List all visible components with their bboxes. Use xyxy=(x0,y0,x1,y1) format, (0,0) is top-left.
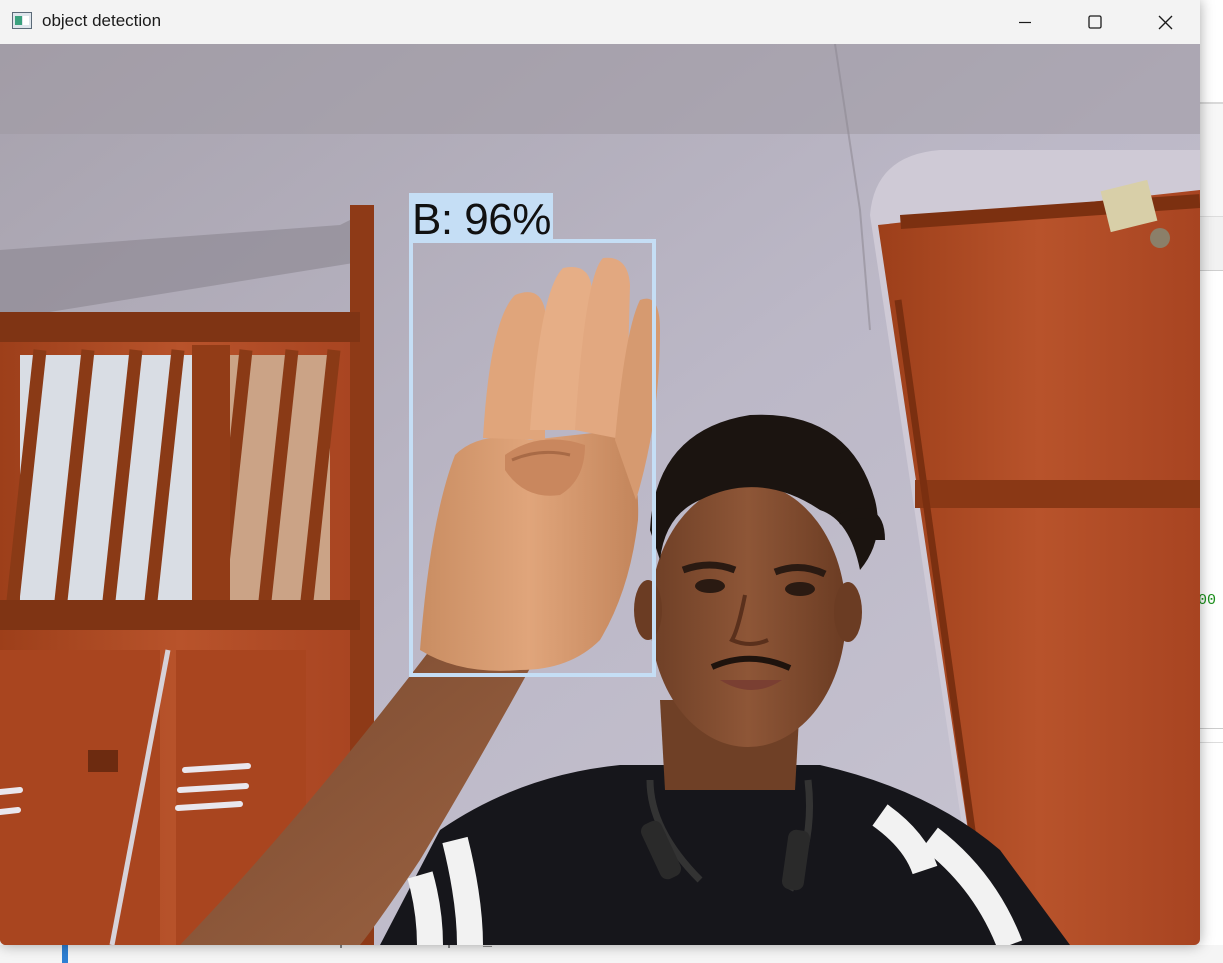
app-window-icon xyxy=(12,12,32,29)
minimize-icon xyxy=(1019,21,1031,24)
background-toolbar xyxy=(1200,40,1223,104)
background-code-text: 00 xyxy=(1198,592,1217,609)
background-panel xyxy=(1200,217,1223,271)
detection-bounding-box xyxy=(409,239,656,677)
maximize-button[interactable] xyxy=(1060,0,1130,44)
detection-label: B: 96% xyxy=(409,193,553,244)
title-bar[interactable]: object detection xyxy=(0,0,1200,44)
minimize-button[interactable] xyxy=(990,0,1060,44)
background-divider xyxy=(1200,728,1223,729)
window-title: object detection xyxy=(42,11,162,30)
background-divider xyxy=(1200,742,1223,743)
maximize-icon xyxy=(1088,15,1102,29)
close-icon xyxy=(1158,15,1172,29)
background-accent-bar xyxy=(62,945,68,963)
close-button[interactable] xyxy=(1130,0,1200,44)
object-detection-window: object detection B: 96% xyxy=(0,0,1200,945)
background-panel xyxy=(1200,104,1223,217)
